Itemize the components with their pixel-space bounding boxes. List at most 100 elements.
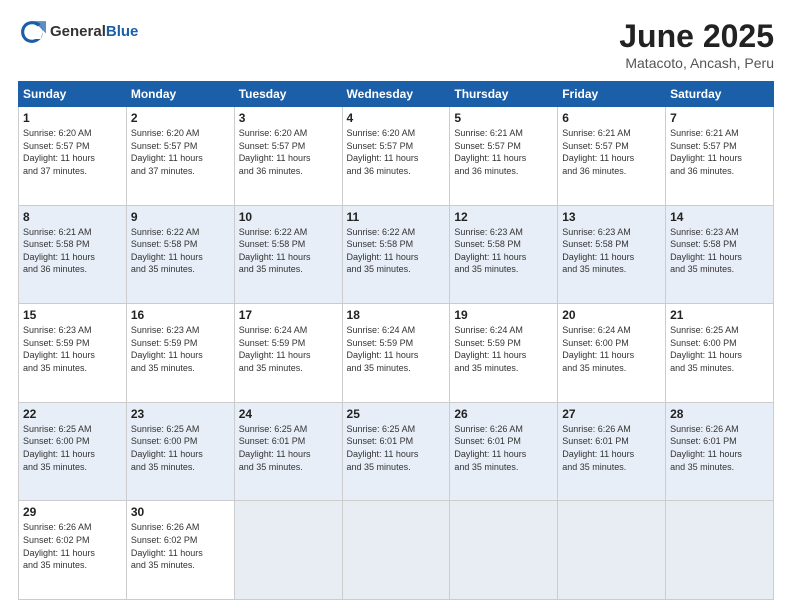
top-area: General Blue June 2025 Matacoto, Ancash,… — [18, 18, 774, 71]
day-info: Sunrise: 6:22 AMSunset: 5:58 PMDaylight:… — [131, 226, 230, 276]
logo-text: General Blue — [50, 24, 138, 41]
calendar-cell: 1 Sunrise: 6:20 AMSunset: 5:57 PMDaylight… — [19, 107, 127, 206]
day-number: 3 — [239, 111, 338, 125]
calendar-cell: 28 Sunrise: 6:26 AMSunset: 6:01 PMDayligh… — [666, 402, 774, 501]
calendar-cell: 22 Sunrise: 6:25 AMSunset: 6:00 PMDayligh… — [19, 402, 127, 501]
day-number: 23 — [131, 407, 230, 421]
calendar-cell — [558, 501, 666, 600]
title-area: June 2025 Matacoto, Ancash, Peru — [619, 18, 774, 71]
calendar-cell: 21 Sunrise: 6:25 AMSunset: 6:00 PMDayligh… — [666, 304, 774, 403]
day-number: 14 — [670, 210, 769, 224]
day-info: Sunrise: 6:20 AMSunset: 5:57 PMDaylight:… — [347, 127, 446, 177]
day-info: Sunrise: 6:26 AMSunset: 6:01 PMDaylight:… — [562, 423, 661, 473]
day-info: Sunrise: 6:21 AMSunset: 5:57 PMDaylight:… — [454, 127, 553, 177]
calendar-header-cell: Friday — [558, 82, 666, 107]
calendar-row: 29 Sunrise: 6:26 AMSunset: 6:02 PMDayligh… — [19, 501, 774, 600]
calendar-header-cell: Saturday — [666, 82, 774, 107]
main-title: June 2025 — [619, 18, 774, 55]
day-info: Sunrise: 6:25 AMSunset: 6:00 PMDaylight:… — [670, 324, 769, 374]
day-info: Sunrise: 6:25 AMSunset: 6:00 PMDaylight:… — [131, 423, 230, 473]
day-number: 4 — [347, 111, 446, 125]
day-number: 30 — [131, 505, 230, 519]
day-number: 25 — [347, 407, 446, 421]
day-info: Sunrise: 6:20 AMSunset: 5:57 PMDaylight:… — [239, 127, 338, 177]
day-info: Sunrise: 6:23 AMSunset: 5:59 PMDaylight:… — [131, 324, 230, 374]
calendar-row: 22 Sunrise: 6:25 AMSunset: 6:00 PMDayligh… — [19, 402, 774, 501]
calendar-cell: 3 Sunrise: 6:20 AMSunset: 5:57 PMDaylight… — [234, 107, 342, 206]
day-info: Sunrise: 6:24 AMSunset: 5:59 PMDaylight:… — [347, 324, 446, 374]
calendar-cell: 27 Sunrise: 6:26 AMSunset: 6:01 PMDayligh… — [558, 402, 666, 501]
day-info: Sunrise: 6:20 AMSunset: 5:57 PMDaylight:… — [131, 127, 230, 177]
day-number: 1 — [23, 111, 122, 125]
day-number: 20 — [562, 308, 661, 322]
day-number: 10 — [239, 210, 338, 224]
logo: General Blue — [18, 18, 138, 46]
day-number: 12 — [454, 210, 553, 224]
calendar-header-cell: Tuesday — [234, 82, 342, 107]
calendar-cell: 19Sunrise: 6:24 AMSunset: 5:59 PMDayligh… — [450, 304, 558, 403]
day-info: Sunrise: 6:22 AMSunset: 5:58 PMDaylight:… — [347, 226, 446, 276]
calendar-cell: 16 Sunrise: 6:23 AMSunset: 5:59 PMDayligh… — [126, 304, 234, 403]
page: General Blue June 2025 Matacoto, Ancash,… — [0, 0, 792, 612]
calendar-cell: 5Sunrise: 6:21 AMSunset: 5:57 PMDaylight… — [450, 107, 558, 206]
day-info: Sunrise: 6:23 AMSunset: 5:59 PMDaylight:… — [23, 324, 122, 374]
day-number: 26 — [454, 407, 553, 421]
day-info: Sunrise: 6:21 AMSunset: 5:58 PMDaylight:… — [23, 226, 122, 276]
day-number: 27 — [562, 407, 661, 421]
calendar-cell: 23 Sunrise: 6:25 AMSunset: 6:00 PMDayligh… — [126, 402, 234, 501]
logo-icon — [18, 18, 46, 46]
day-info: Sunrise: 6:20 AMSunset: 5:57 PMDaylight:… — [23, 127, 122, 177]
calendar-cell — [450, 501, 558, 600]
calendar-cell: 26 Sunrise: 6:26 AMSunset: 6:01 PMDayligh… — [450, 402, 558, 501]
calendar-cell — [234, 501, 342, 600]
calendar-cell: 17 Sunrise: 6:24 AMSunset: 5:59 PMDayligh… — [234, 304, 342, 403]
day-number: 29 — [23, 505, 122, 519]
day-number: 28 — [670, 407, 769, 421]
calendar-cell: 6 Sunrise: 6:21 AMSunset: 5:57 PMDaylight… — [558, 107, 666, 206]
calendar-header-cell: Wednesday — [342, 82, 450, 107]
day-info: Sunrise: 6:21 AMSunset: 5:57 PMDaylight:… — [562, 127, 661, 177]
logo-blue: Blue — [106, 24, 139, 41]
day-number: 8 — [23, 210, 122, 224]
calendar-header-cell: Monday — [126, 82, 234, 107]
calendar-cell: 13 Sunrise: 6:23 AMSunset: 5:58 PMDayligh… — [558, 205, 666, 304]
day-number: 2 — [131, 111, 230, 125]
calendar-cell: 12Sunrise: 6:23 AMSunset: 5:58 PMDayligh… — [450, 205, 558, 304]
day-info: Sunrise: 6:26 AMSunset: 6:02 PMDaylight:… — [131, 521, 230, 571]
day-info: Sunrise: 6:22 AMSunset: 5:58 PMDaylight:… — [239, 226, 338, 276]
calendar-cell: 30 Sunrise: 6:26 AMSunset: 6:02 PMDayligh… — [126, 501, 234, 600]
calendar-cell: 8 Sunrise: 6:21 AMSunset: 5:58 PMDaylight… — [19, 205, 127, 304]
day-number: 21 — [670, 308, 769, 322]
calendar-cell: 24 Sunrise: 6:25 AMSunset: 6:01 PMDayligh… — [234, 402, 342, 501]
day-number: 13 — [562, 210, 661, 224]
calendar-table: SundayMondayTuesdayWednesdayThursdayFrid… — [18, 81, 774, 600]
day-number: 17 — [239, 308, 338, 322]
calendar-cell: 2 Sunrise: 6:20 AMSunset: 5:57 PMDaylight… — [126, 107, 234, 206]
calendar-cell: 18Sunrise: 6:24 AMSunset: 5:59 PMDayligh… — [342, 304, 450, 403]
subtitle: Matacoto, Ancash, Peru — [619, 55, 774, 71]
logo-general: General — [50, 24, 106, 41]
day-number: 7 — [670, 111, 769, 125]
day-info: Sunrise: 6:26 AMSunset: 6:01 PMDaylight:… — [454, 423, 553, 473]
day-info: Sunrise: 6:26 AMSunset: 6:01 PMDaylight:… — [670, 423, 769, 473]
calendar-cell: 9Sunrise: 6:22 AMSunset: 5:58 PMDaylight… — [126, 205, 234, 304]
calendar-header-cell: Sunday — [19, 82, 127, 107]
day-info: Sunrise: 6:24 AMSunset: 5:59 PMDaylight:… — [239, 324, 338, 374]
day-info: Sunrise: 6:25 AMSunset: 6:01 PMDaylight:… — [239, 423, 338, 473]
day-number: 6 — [562, 111, 661, 125]
day-info: Sunrise: 6:25 AMSunset: 6:00 PMDaylight:… — [23, 423, 122, 473]
day-info: Sunrise: 6:24 AMSunset: 6:00 PMDaylight:… — [562, 324, 661, 374]
calendar-cell: 25Sunrise: 6:25 AMSunset: 6:01 PMDayligh… — [342, 402, 450, 501]
calendar-cell: 14Sunrise: 6:23 AMSunset: 5:58 PMDayligh… — [666, 205, 774, 304]
calendar-row: 1 Sunrise: 6:20 AMSunset: 5:57 PMDaylight… — [19, 107, 774, 206]
day-info: Sunrise: 6:26 AMSunset: 6:02 PMDaylight:… — [23, 521, 122, 571]
calendar-body: 1 Sunrise: 6:20 AMSunset: 5:57 PMDaylight… — [19, 107, 774, 600]
day-info: Sunrise: 6:23 AMSunset: 5:58 PMDaylight:… — [562, 226, 661, 276]
day-number: 19 — [454, 308, 553, 322]
calendar-cell: 10 Sunrise: 6:22 AMSunset: 5:58 PMDayligh… — [234, 205, 342, 304]
day-number: 24 — [239, 407, 338, 421]
day-number: 22 — [23, 407, 122, 421]
day-number: 15 — [23, 308, 122, 322]
calendar-header-cell: Thursday — [450, 82, 558, 107]
day-number: 16 — [131, 308, 230, 322]
